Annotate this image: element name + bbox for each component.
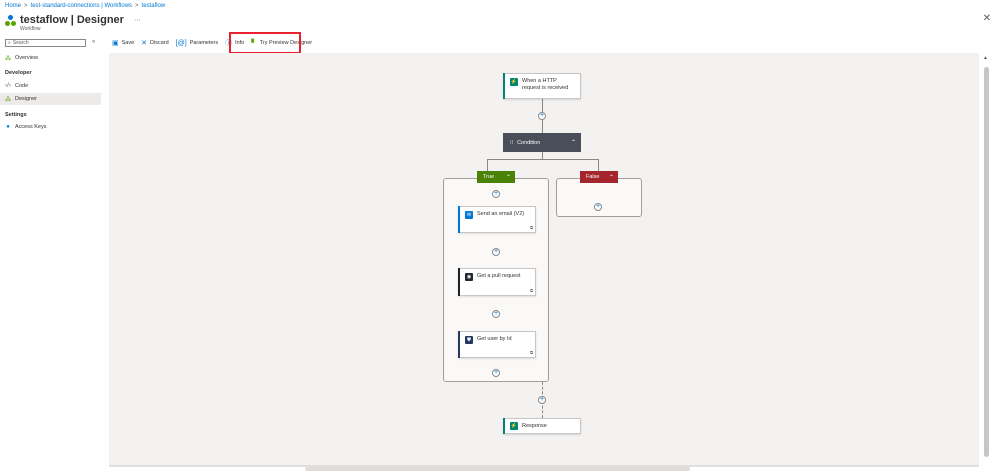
parameters-icon: [@] [175, 39, 187, 47]
discard-button[interactable]: ✕ Discard [141, 39, 169, 47]
code-icon: ‹/› [5, 83, 11, 89]
github-icon: ◉ [465, 273, 473, 281]
true-branch-header[interactable]: True ⌃ [477, 171, 515, 183]
sidebar-item-label: Access Keys [15, 124, 47, 130]
true-branch-label: True [483, 174, 495, 180]
false-branch-label: False [586, 174, 600, 180]
breadcrumb-current[interactable]: testaflow [142, 3, 166, 9]
globe-icon: ● [6, 124, 10, 130]
send-email-label: Send an email (V2) [477, 211, 525, 217]
condition-icon: ⁞⁞ [510, 139, 514, 146]
connector-line [598, 159, 599, 171]
sidebar-item-designer[interactable]: ⁂ Designer [0, 93, 101, 105]
false-branch-container [556, 178, 642, 217]
chevron-up-icon[interactable]: ⌃ [571, 139, 576, 146]
search-icon: ⌕ [8, 40, 11, 46]
sidebar-item-code[interactable]: ‹/› Code [0, 80, 101, 92]
search-placeholder: Search [12, 40, 29, 46]
add-step-button[interactable]: + [594, 203, 602, 211]
add-step-button[interactable]: + [492, 190, 500, 198]
save-label: Save [121, 40, 135, 46]
parameters-label: Parameters [189, 40, 219, 46]
get-user-label: Get user by Id [477, 336, 512, 342]
add-step-button[interactable]: + [492, 369, 500, 377]
horizontal-scrollbar[interactable] [305, 467, 690, 471]
settings-heading: Settings [5, 112, 27, 118]
send-email-node[interactable]: ✉ Send an email (V2) ⧉ [458, 206, 536, 233]
add-step-button[interactable]: + [492, 310, 500, 318]
breadcrumb-separator: > [135, 3, 139, 9]
link-icon[interactable]: ⧉ [530, 350, 533, 355]
page-title: testaflow | Designer [20, 14, 124, 26]
discard-icon: ✕ [141, 40, 148, 47]
add-step-button[interactable]: + [492, 248, 500, 256]
save-icon: ▣ [112, 40, 119, 47]
add-step-button[interactable]: + [538, 112, 546, 120]
connector-line [542, 152, 543, 159]
page-header: testaflow | Designer ··· [5, 14, 141, 26]
collapse-sidebar-icon[interactable]: « [92, 39, 95, 45]
response-node[interactable]: ⚡ Response [503, 418, 581, 434]
sidebar-item-label: Overview [15, 55, 38, 61]
scroll-up-icon[interactable]: ▲ [983, 55, 988, 61]
parameters-button[interactable]: [@] Parameters [176, 40, 218, 47]
designer-icon: ⁂ [5, 96, 11, 103]
add-step-button[interactable]: + [538, 396, 546, 404]
discard-label: Discard [150, 40, 169, 46]
sidebar-item-label: Designer [15, 96, 38, 102]
more-options-icon[interactable]: ··· [134, 17, 141, 24]
overview-icon: ⁂ [5, 55, 11, 62]
close-icon[interactable]: ✕ [983, 13, 991, 24]
condition-node[interactable]: ⁞⁞ Condition ⌃ [503, 133, 581, 152]
sidebar-item-overview[interactable]: ⁂ Overview [0, 52, 101, 64]
sidebar-item-access-keys[interactable]: ● Access Keys [0, 121, 101, 133]
get-pull-request-node[interactable]: ◉ Get a pull request ⧉ [458, 268, 536, 296]
save-button[interactable]: ▣ Save [112, 39, 134, 47]
condition-label: Condition [517, 139, 541, 146]
page-subtitle: Workflow [20, 26, 41, 32]
sidebar: ⌕ Search « ⁂ Overview Developer ‹/› Code… [0, 36, 103, 474]
pull-request-label: Get a pull request [477, 273, 521, 279]
connector-line [487, 159, 488, 171]
vertical-scrollbar[interactable]: ▲ [980, 53, 994, 465]
highlight-box [229, 32, 301, 54]
search-input[interactable]: ⌕ Search [5, 39, 86, 47]
breadcrumb-connections[interactable]: test-standard-connections | Workflows [31, 3, 133, 9]
breadcrumb-separator: > [24, 3, 28, 9]
developer-heading: Developer [5, 70, 32, 76]
breadcrumb: Home > test-standard-connections | Workf… [5, 3, 165, 9]
link-icon[interactable]: ⧉ [530, 288, 533, 293]
logic-app-icon [5, 14, 16, 26]
scroll-thumb[interactable] [984, 67, 989, 457]
breadcrumb-home[interactable]: Home [5, 3, 21, 9]
link-icon[interactable]: ⧉ [530, 225, 533, 230]
false-branch-header[interactable]: False ⌃ [580, 171, 618, 183]
trigger-node[interactable]: ⚡ When a HTTP request is received [503, 73, 581, 99]
connector-line [487, 159, 598, 160]
user-icon: ⛊ [465, 336, 473, 344]
http-request-icon: ⚡ [510, 78, 518, 86]
chevron-up-icon[interactable]: ⌃ [506, 174, 511, 181]
get-user-node[interactable]: ⛊ Get user by Id ⧉ [458, 331, 536, 358]
response-icon: ⚡ [510, 422, 518, 430]
sidebar-item-label: Code [15, 83, 29, 89]
trigger-label: When a HTTP request is received [522, 78, 569, 91]
chevron-up-icon[interactable]: ⌃ [609, 174, 614, 181]
outlook-icon: ✉ [465, 211, 473, 219]
response-label: Response [522, 423, 547, 429]
